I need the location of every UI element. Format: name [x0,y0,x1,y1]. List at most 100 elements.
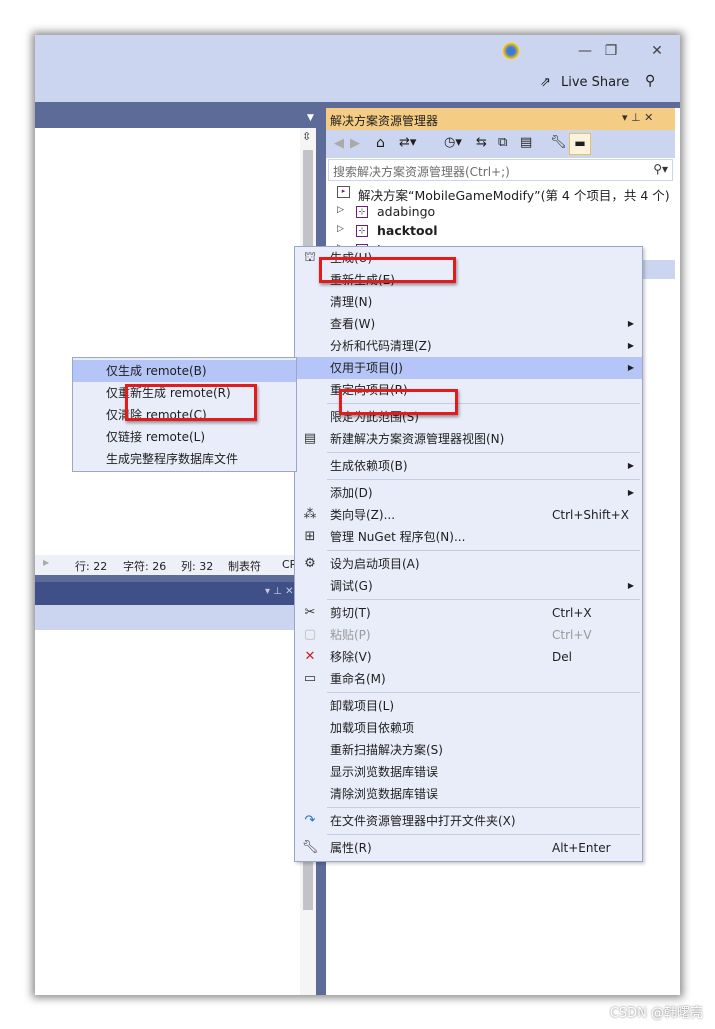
properties-wrench-icon[interactable]: 🔧︎ [550,135,567,150]
menu-item[interactable]: 加载项目依赖项 [295,717,642,739]
menu-item-label: 属性(R) [330,841,372,855]
submenu-arrow-icon: ▶ [627,461,634,470]
menu-item[interactable]: 仅链接 remote(L) [73,426,296,448]
project-icon: ⊹ [356,206,368,218]
build-icon: ⛫ [304,250,316,265]
bottom-panel-content [35,630,300,995]
scroll-left-icon[interactable]: ▶ [43,558,49,567]
remove-icon: ✕ [304,649,316,664]
menu-item[interactable]: 卸载项目(L) [295,695,642,717]
close-button[interactable]: ✕ [645,43,669,59]
menu-item[interactable]: ⚙ 设为启动项目(A) [295,553,642,575]
menu-item-label: 管理 NuGet 程序包(N)... [330,530,466,544]
editor-status-bar: ▶ 行: 22 字符: 26 列: 32 制表符 CRLF [35,555,316,575]
solution-search-input[interactable]: 搜索解决方案资源管理器(Ctrl+;) ⚲▾ [328,159,673,181]
restore-button[interactable]: ❐ [599,43,623,59]
panel-title: 解决方案资源管理器 [330,114,439,128]
gear-icon: ⚙ [304,556,316,571]
menu-item[interactable]: 生成完整程序数据库文件 [73,448,296,470]
menu-item-label: 添加(D) [330,486,373,500]
menu-item[interactable]: 清除浏览数据库错误 [295,783,642,805]
menu-item[interactable]: 清理(N) [295,291,642,313]
menu-item-label: 卸载项目(L) [330,699,395,713]
menu-shortcut: Alt+Enter [552,841,611,855]
search-placeholder: 搜索解决方案资源管理器(Ctrl+;) [333,165,510,179]
menu-item[interactable]: 仅用于项目(J) ▶ [295,357,642,379]
menu-item[interactable]: 生成依赖项(B) ▶ [295,455,642,477]
menu-item-label: 仅链接 remote(L) [106,430,206,444]
menu-item[interactable]: ▢ 粘贴(P) Ctrl+V [295,624,642,646]
menu-shortcut: Ctrl+X [552,606,592,620]
menu-item[interactable]: ⊞ 管理 NuGet 程序包(N)... [295,526,642,548]
paste-icon: ▢ [303,627,317,642]
menu-shortcut: Del [552,650,572,664]
scissors-icon: ✂ [304,605,316,620]
menu-item[interactable]: ⁂ 类向导(Z)... Ctrl+Shift+X [295,504,642,526]
annotation-box [319,257,456,283]
panel-options-icon[interactable]: ▾ ⊥ ✕ [622,111,653,124]
watermark: CSDN @韩曙亮 [609,1006,703,1021]
solution-icon: ▸ [337,186,350,198]
preview-toggle-icon[interactable]: ▬ [569,133,591,155]
home-icon[interactable]: ⌂ [376,135,385,151]
back-forward-icon[interactable]: ◀▶ [334,136,366,151]
submenu-arrow-icon: ▶ [627,363,634,372]
sync-icon[interactable]: ⇆ [476,135,487,150]
live-share-button[interactable]: Live Share [561,75,629,90]
code-editor[interactable] [35,128,300,555]
bottom-panel-header: ▾ ⊥ ✕ [35,582,316,605]
feedback-icon[interactable]: ⚲ [645,73,655,89]
wrench-icon: 🔧︎ [301,840,319,855]
tab-dropdown-icon[interactable]: ▼ [307,113,314,123]
menu-item[interactable]: ▭ 重命名(M) [295,668,642,690]
project-node[interactable]: ▷ ⊹ hacktool [326,222,675,241]
line-number: 行: 22 [75,560,108,573]
menu-item[interactable]: ✕ 移除(V) Del [295,646,642,668]
split-icon[interactable]: ⇳ [302,130,311,143]
menu-item-label: 在文件资源管理器中打开文件夹(X) [330,814,516,828]
new-view-icon: ▤ [303,431,317,446]
menu-item-label: 仅生成 remote(B) [106,364,207,378]
minimize-button[interactable]: — [573,43,597,59]
submenu-arrow-icon: ▶ [627,341,634,350]
bottom-panel-toolbar [35,605,316,630]
live-share-icon[interactable]: ⇗ [540,75,551,90]
project-label: adabingo [377,204,436,219]
menu-shortcut: Ctrl+V [552,628,592,642]
menu-item-label: 剪切(T) [330,606,371,620]
menu-item[interactable]: 仅生成 remote(B) [73,360,296,382]
menu-item-label: 清理(N) [330,295,373,309]
collapse-all-icon[interactable]: ⧉ [498,135,507,150]
panel-dropdown-icon[interactable]: ▾ ⊥ ✕ [265,586,293,597]
pending-changes-icon[interactable]: ◷▾ [444,135,462,150]
expand-icon[interactable]: ▷ [337,205,344,215]
menu-item[interactable]: ▤ 新建解决方案资源管理器视图(N) [295,428,642,450]
menu-item[interactable]: 分析和代码清理(Z) ▶ [295,335,642,357]
menu-item[interactable]: 🔧︎ 属性(R) Alt+Enter [295,837,642,859]
menu-item[interactable]: 查看(W) ▶ [295,313,642,335]
menu-item-label: 移除(V) [330,650,372,664]
show-all-files-icon[interactable]: ▤ [520,135,532,150]
project-label: hacktool [377,223,438,238]
search-icon[interactable]: ⚲▾ [653,162,668,176]
open-folder-icon: ↷ [304,813,316,828]
solution-node[interactable]: ▸ 解决方案“MobileGameModify”(第 4 个项目，共 4 个) [326,184,675,203]
menu-item-label: 类向导(Z)... [330,508,396,522]
menu-item-label: 分析和代码清理(Z) [330,339,432,353]
expand-icon[interactable]: ▷ [337,224,344,234]
solution-label: 解决方案“MobileGameModify”(第 4 个项目，共 4 个) [358,188,670,203]
menu-item[interactable]: 显示浏览数据库错误 [295,761,642,783]
menu-item[interactable]: 添加(D) ▶ [295,482,642,504]
solution-explorer-header: 解决方案资源管理器 ▾ ⊥ ✕ [326,108,675,130]
menu-item[interactable]: 重新扫描解决方案(S) [295,739,642,761]
tab-mode[interactable]: 制表符 [228,558,261,574]
menu-item[interactable]: ↷ 在文件资源管理器中打开文件夹(X) [295,810,642,832]
menu-item[interactable]: ✂ 剪切(T) Ctrl+X [295,602,642,624]
switch-views-icon[interactable]: ⇄▾ [399,135,416,150]
feedback-avatar-icon[interactable] [502,42,520,60]
menu-item-label: 查看(W) [330,317,376,331]
project-node[interactable]: ▷ ⊹ adabingo [326,203,675,222]
menu-item[interactable]: 调试(G) ▶ [295,575,642,597]
annotation-box [125,384,257,421]
menu-item-label: 生成完整程序数据库文件 [106,452,239,466]
